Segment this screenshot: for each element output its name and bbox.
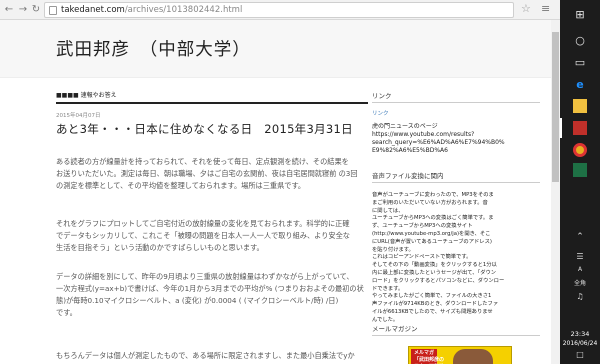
red-app-icon[interactable] xyxy=(568,118,592,138)
reload-icon[interactable]: ↻ xyxy=(30,4,42,16)
page-scrollbar[interactable] xyxy=(551,20,560,364)
post-paragraph: もちろんデータは個人が測定したもので、ある場所に限定されますし、また最小自乗法で… xyxy=(56,351,355,360)
notification-icon[interactable]: □ xyxy=(568,350,592,362)
browser-toolbar: ← → ↻ takedanet.com/archives/1013802442.… xyxy=(0,0,560,20)
category-label[interactable]: ■■■■ 速報やお答え xyxy=(56,90,117,99)
volume-icon[interactable]: ♫ xyxy=(568,292,592,304)
file-explorer-icon[interactable] xyxy=(568,96,592,116)
post-paragraph: それをグラフにプロットしてご自宅付近の放射線量の変化を見ておられます。科学的に正… xyxy=(56,219,350,252)
sidebar: リンク リンク 虎の門ニュースのページ https://www.youtube.… xyxy=(372,88,552,364)
scrollbar-thumb[interactable] xyxy=(552,32,559,182)
banner-text: メルマガ 「武田邦彦の 日本の可能性 xyxy=(414,350,445,363)
url-text[interactable]: takedanet.com/archives/1013802442.html xyxy=(61,4,242,17)
address-bar[interactable]: takedanet.com/archives/1013802442.html xyxy=(44,2,514,18)
taskbar: ⊞ ○ ▭ e ⌃ ☰ A 全角 ♫ 23:34 2016/06/24 □ xyxy=(560,0,600,364)
post-date: 2015年04月07日 xyxy=(56,113,101,119)
task-view-icon[interactable]: ▭ xyxy=(568,52,592,72)
sidebar-newsletter-heading: メールマガジン xyxy=(372,325,418,333)
divider xyxy=(372,102,540,103)
forward-arrow-icon[interactable]: → xyxy=(17,4,29,16)
sidebar-audio-text: 音声がユーチューブに変わったので、MP3をそのま まご利用のいただいていない方が… xyxy=(372,192,505,323)
edge-browser-icon[interactable]: e xyxy=(568,74,592,94)
blog-header: 武田邦彦 （中部大学） xyxy=(0,20,560,78)
clock-time[interactable]: 23:34 xyxy=(560,330,600,338)
sidebar-links-subheading: リンク xyxy=(372,111,389,117)
url-host: takedanet.com xyxy=(61,5,125,15)
desktop: ← → ↻ takedanet.com/archives/1013802442.… xyxy=(0,0,600,364)
browser-window: ← → ↻ takedanet.com/archives/1013802442.… xyxy=(0,0,560,364)
search-circle-icon[interactable]: ○ xyxy=(568,30,592,50)
bookmark-star-icon[interactable]: ☆ xyxy=(521,3,531,15)
network-icon[interactable]: ☰ xyxy=(568,252,592,264)
excel-icon[interactable] xyxy=(568,160,592,180)
divider xyxy=(372,335,540,336)
banner-photo xyxy=(453,349,493,364)
sidebar-audio-heading: 音声ファイル変換に関内 xyxy=(372,172,444,180)
blog-title[interactable]: 武田邦彦 （中部大学） xyxy=(56,36,251,61)
post-paragraph: データの詳細を別にして、昨年の9月頃より三重県の放射線量はわずかながら上がってい… xyxy=(56,272,364,317)
category-bar: ■■■■ 速報やお答え xyxy=(56,88,368,104)
sidebar-links-heading: リンク xyxy=(372,92,392,100)
windows-start-icon[interactable]: ⊞ xyxy=(568,4,592,24)
divider xyxy=(372,182,540,183)
url-path: /archives/1013802442.html xyxy=(124,5,243,15)
ime-indicator[interactable]: A xyxy=(566,266,594,276)
newsletter-banner[interactable]: メルマガ 「武田邦彦の 日本の可能性 xyxy=(408,346,512,364)
ime-mode[interactable]: 全角 xyxy=(566,278,594,288)
back-arrow-icon[interactable]: ← xyxy=(3,4,15,16)
post-column: ■■■■ 速報やお答え 2015年04月07日 あと3年・・・日本に住めなくなる… xyxy=(56,88,368,364)
post-title[interactable]: あと3年・・・日本に住めなくなる日 2015年3月31日 xyxy=(56,121,353,137)
chrome-icon[interactable] xyxy=(568,140,592,160)
post-paragraph: ある読者の方が線量計を持っておられて、それを使って毎日、定点観測を続け、その結果… xyxy=(56,157,358,190)
tray-expand-icon[interactable]: ⌃ xyxy=(568,232,592,246)
page-icon xyxy=(49,6,57,15)
active-app-indicator xyxy=(560,118,562,138)
browser-menu-icon[interactable]: ≡ xyxy=(541,3,550,15)
clock-date[interactable]: 2016/06/24 xyxy=(560,340,600,347)
sidebar-link[interactable]: 虎の門ニュースのページ https://www.youtube.com/resu… xyxy=(372,123,505,155)
